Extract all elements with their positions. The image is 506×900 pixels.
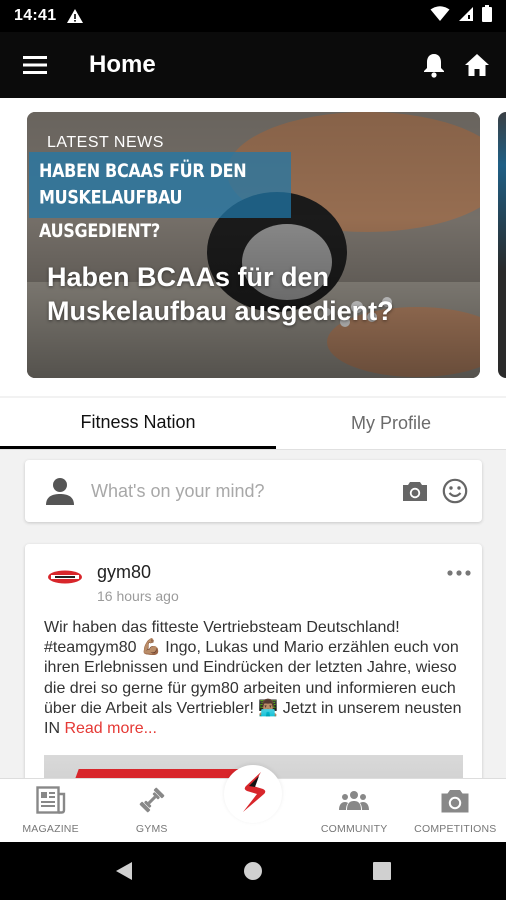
news-label: LATEST NEWS [47,134,164,151]
bottom-nav: MAGAZINE GYMS COMMUNITY COMPETITIONS [0,765,506,842]
people-icon [338,788,370,819]
feed-tabs: Fitness Nation My Profile [0,398,506,450]
post-time: 16 hours ago [97,588,179,604]
feed: What's on your mind? gym80 16 hours ago … [0,450,506,778]
tab-fitness-nation[interactable]: Fitness Nation [0,398,276,449]
camera-icon [440,788,470,819]
home-icon[interactable] [464,53,490,77]
post-text: Wir haben das fitteste Vertriebsteam Deu… [44,618,469,739]
composer-placeholder[interactable]: What's on your mind? [91,481,402,502]
hamburger-menu-icon[interactable] [0,32,70,98]
banner-line-2: MUSKELAUFBAU AUSGEDIENT? [39,186,183,242]
status-bar: 14:41 [0,0,506,32]
post-image-graphic [69,769,239,778]
nav-magazine[interactable]: MAGAZINE [0,779,101,842]
person-icon [45,477,75,505]
nav-label-gyms: GYMS [135,823,168,835]
read-more-link[interactable]: Read more... [64,720,156,737]
gym80-logo [48,570,82,584]
nav-competitions[interactable]: COMPETITIONS [405,779,506,842]
news-headline: Haben BCAAs für den Muskelaufbau ausgedi… [47,262,394,326]
page-title: Home [89,51,156,78]
emoji-icon[interactable] [442,478,468,504]
status-time: 14:41 [14,7,57,24]
home-circle-icon[interactable] [243,861,263,881]
battery-icon [482,5,492,27]
bell-icon[interactable] [422,52,446,78]
gym80-logo-icon [237,770,269,819]
newspaper-icon [35,786,66,819]
feed-post: gym80 16 hours ago Wir haben das fittest… [25,544,482,778]
nav-label-community: COMMUNITY [320,823,388,835]
post-composer[interactable]: What's on your mind? [25,460,482,522]
tab-my-profile[interactable]: My Profile [276,398,506,449]
status-icons [430,5,492,27]
post-author[interactable]: gym80 [97,562,151,583]
gym80-home-button[interactable] [224,765,282,823]
news-carousel: LATEST NEWS HABEN BCAAS FÜR DEN MUSKELAU… [0,98,506,396]
app-bar: Home [0,32,506,98]
app-bar-actions [422,52,506,78]
warning-icon [66,8,84,24]
wifi-icon [430,5,450,27]
featured-news-card[interactable]: LATEST NEWS HABEN BCAAS FÜR DEN MUSKELAU… [27,112,480,378]
more-options-icon[interactable] [446,564,472,582]
nav-community[interactable]: COMMUNITY [304,779,405,842]
back-icon[interactable] [115,861,133,881]
system-nav-bar [0,842,506,900]
nav-label-competitions: COMPETITIONS [414,823,497,835]
nav-label-magazine: MAGAZINE [22,823,79,835]
signal-icon [458,6,474,27]
camera-icon[interactable] [402,480,428,502]
dumbbell-icon [137,786,167,819]
home-screen: 14:41 Home LATEST NEWS HABEN BCAAS FÜR D… [0,0,506,900]
recents-icon[interactable] [373,862,391,880]
next-news-card[interactable] [498,112,506,378]
nav-gyms[interactable]: GYMS [101,779,202,842]
news-banner: HABEN BCAAS FÜR DEN MUSKELAUFBAU AUSGEDI… [29,152,291,242]
